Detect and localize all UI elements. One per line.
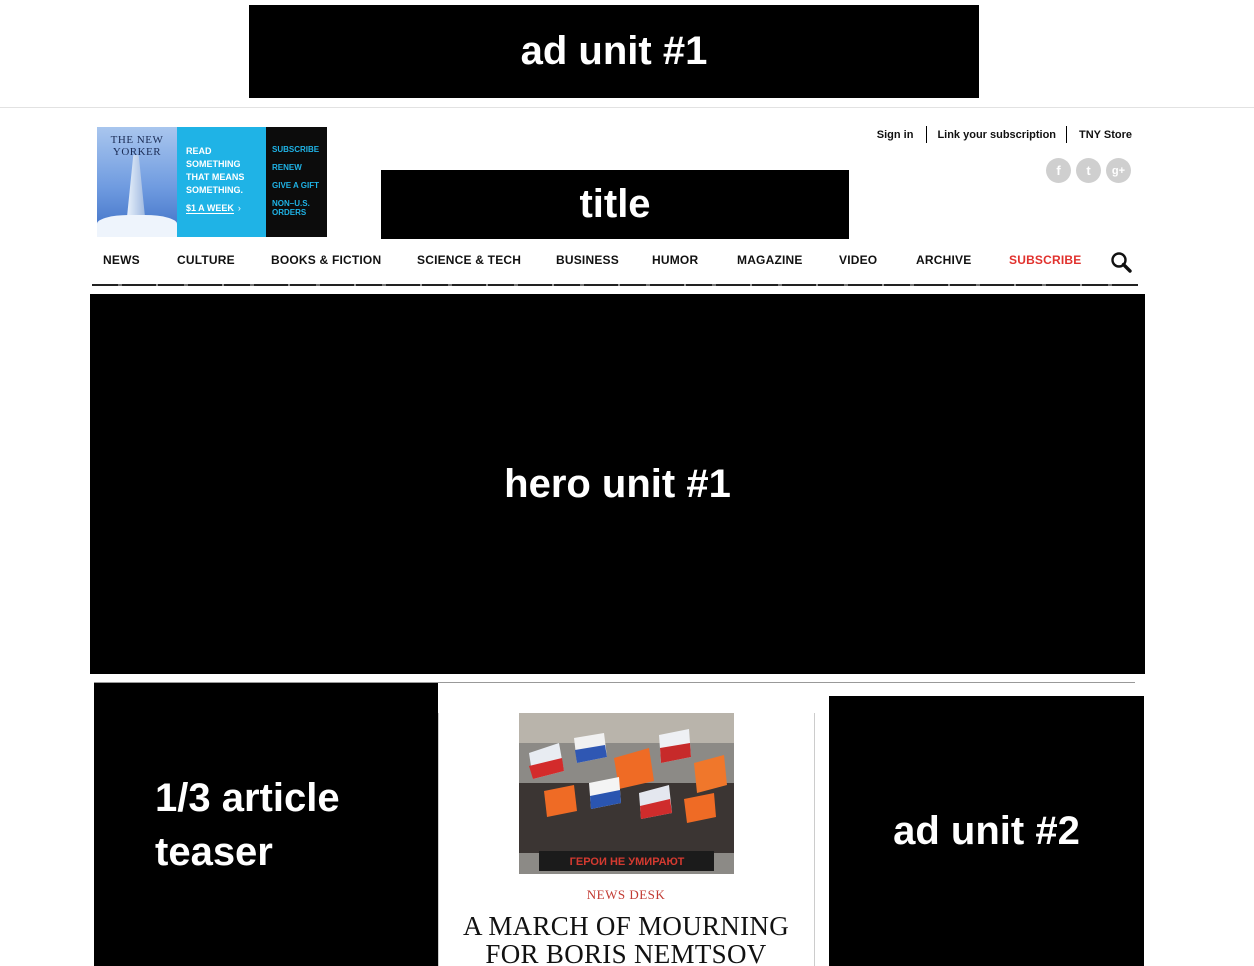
site-title[interactable]: title [381, 170, 849, 239]
hero-unit-label: hero unit #1 [504, 461, 731, 506]
search-icon[interactable] [1110, 251, 1132, 273]
nav-divider [92, 284, 1138, 286]
nav-item-culture[interactable]: CULTURE [177, 253, 235, 267]
top-ad-label: ad unit #1 [520, 29, 708, 73]
promo-subscribe-link[interactable]: SUBSCRIBE [272, 145, 327, 154]
tny-store-link[interactable]: TNY Store [1079, 129, 1132, 141]
story-photo[interactable]: ГЕРОИ НЕ УМИРАЮТ [519, 713, 734, 874]
promo-non-us-orders-link[interactable]: NON–U.S. ORDERS [272, 199, 327, 217]
nav-item-archive[interactable]: ARCHIVE [916, 253, 971, 267]
promo-price-link[interactable]: $1 A WEEK [186, 203, 234, 214]
side-ad-unit[interactable]: ad unit #2 [829, 696, 1144, 966]
account-link-divider [1066, 126, 1068, 143]
promo-pitch-panel[interactable]: READ SOMETHING THAT MEANS SOMETHING. $1 … [177, 127, 266, 237]
google-plus-icon[interactable]: g+ [1106, 158, 1131, 183]
nav-item-business[interactable]: BUSINESS [556, 253, 619, 267]
promo-pitch-line: THAT MEANS [186, 172, 245, 182]
story-headline[interactable]: A MARCH OF MOURNING FOR BORIS NEMTSOV [462, 912, 790, 966]
magazine-cover-image[interactable]: THE NEW YORKER [97, 127, 177, 237]
chevron-right-icon: › [237, 203, 241, 213]
march-photo-illustration: ГЕРОИ НЕ УМИРАЮТ [519, 713, 734, 874]
subscription-promo[interactable]: THE NEW YORKER READ SOMETHING THAT MEANS… [97, 127, 327, 237]
promo-renew-link[interactable]: RENEW [272, 163, 327, 172]
side-ad-label: ad unit #2 [893, 808, 1080, 853]
column-divider [814, 713, 815, 966]
cover-masthead: THE NEW YORKER [110, 134, 164, 158]
top-ad-unit[interactable]: ad unit #1 [249, 5, 979, 98]
facebook-icon[interactable]: f [1046, 158, 1071, 183]
promo-pitch-line: READ [186, 146, 212, 156]
cover-snow-illustration [97, 215, 177, 237]
photo-banner-text: ГЕРОИ НЕ УМИРАЮТ [570, 856, 685, 868]
account-links: Sign in Link your subscription TNY Store [877, 126, 1132, 143]
promo-links-panel: SUBSCRIBE RENEW GIVE A GIFT NON–U.S. ORD… [266, 127, 327, 237]
nav-item-news[interactable]: NEWS [103, 253, 140, 267]
promo-pitch-line: SOMETHING [186, 159, 241, 169]
nav-item-humor[interactable]: HUMOR [652, 253, 698, 267]
social-links: f t g+ [1046, 158, 1131, 183]
site-title-label: title [579, 182, 651, 226]
nav-item-video[interactable]: VIDEO [839, 253, 877, 267]
hero-unit[interactable]: hero unit #1 [90, 294, 1145, 674]
teaser-label-line: 1/3 article [155, 775, 340, 820]
article-teaser[interactable]: 1/3 article teaser [94, 683, 438, 966]
link-subscription-link[interactable]: Link your subscription [937, 129, 1056, 141]
cover-building-illustration [127, 155, 145, 217]
header-divider [0, 107, 1254, 108]
account-link-divider [926, 126, 928, 143]
column-divider [438, 713, 439, 966]
nav-item-subscribe[interactable]: SUBSCRIBE [1009, 253, 1081, 267]
promo-pitch-line: SOMETHING. [186, 185, 244, 195]
sign-in-link[interactable]: Sign in [877, 129, 914, 141]
story-rubric[interactable]: NEWS DESK [476, 887, 776, 903]
teaser-label-line: teaser [155, 829, 273, 874]
nav-item-science-tech[interactable]: SCIENCE & TECH [417, 253, 521, 267]
nav-item-magazine[interactable]: MAGAZINE [737, 253, 803, 267]
promo-give-gift-link[interactable]: GIVE A GIFT [272, 181, 327, 190]
twitter-icon[interactable]: t [1076, 158, 1101, 183]
nav-item-books-fiction[interactable]: BOOKS & FICTION [271, 253, 381, 267]
